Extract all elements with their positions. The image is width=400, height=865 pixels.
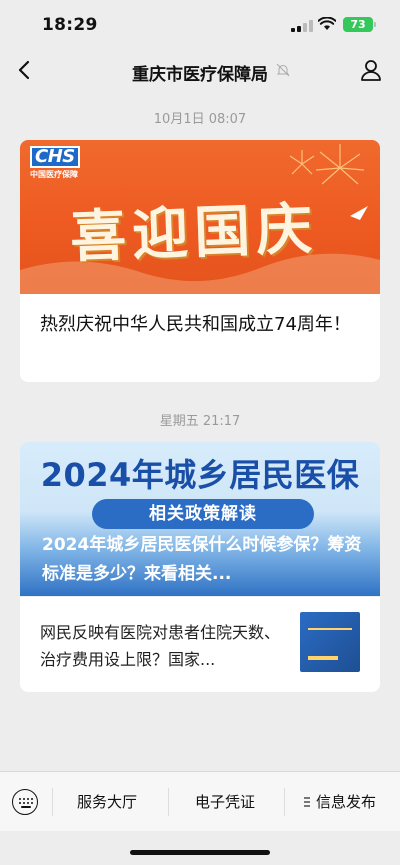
- battery-indicator: 73: [343, 17, 373, 32]
- chs-logo: CHS: [30, 146, 80, 168]
- wifi-icon: [318, 17, 336, 30]
- thumbnail-decoration: [308, 656, 338, 660]
- menu-item-service-hall[interactable]: 服务大厅: [77, 791, 137, 812]
- profile-icon[interactable]: [359, 58, 383, 82]
- status-time: 18:29: [42, 15, 98, 35]
- mute-bell-icon: [276, 63, 290, 77]
- thumbnail-decoration: [308, 628, 352, 650]
- home-indicator: [130, 850, 270, 855]
- chs-logo-subtitle: 中国医疗保障: [30, 170, 78, 179]
- banner-tag: 相关政策解读: [92, 499, 314, 529]
- page-title: 重庆市医疗保障局: [132, 65, 268, 85]
- sub-article-thumbnail[interactable]: [300, 612, 360, 672]
- article-cover-image[interactable]: 2024年城乡居民医保 相关政策解读 2024年城乡居民医保什么时候参保？筹资标…: [20, 442, 380, 596]
- menu-item-info-release[interactable]: 信息发布: [316, 791, 376, 812]
- menu-item-e-voucher[interactable]: 电子凭证: [195, 791, 255, 812]
- message-timestamp: 10月1日 08:07: [153, 112, 247, 127]
- article-title[interactable]: 2024年城乡居民医保什么时候参保？筹资标准是多少？来看相关...: [42, 531, 362, 589]
- sub-article-title[interactable]: 网民反映有医院对患者住院天数、治疗费用设上限？国家...: [40, 619, 280, 673]
- signal-icon: [291, 20, 313, 32]
- menu-divider: [284, 788, 285, 816]
- nav-bar: 重庆市医疗保障局: [0, 48, 400, 94]
- article-cover-image[interactable]: CHS 中国医疗保障 喜迎国庆: [20, 140, 380, 294]
- keyboard-icon[interactable]: [12, 789, 38, 815]
- battery-tip: [374, 22, 376, 27]
- sub-article-item[interactable]: 网民反映有医院对患者住院天数、治疗费用设上限？国家...: [20, 596, 380, 692]
- article-card[interactable]: 2024年城乡居民医保 相关政策解读 2024年城乡居民医保什么时候参保？筹资标…: [20, 442, 380, 692]
- message-timestamp: 星期五 21:17: [159, 414, 241, 429]
- banner-headline: 2024年城乡居民医保: [40, 456, 360, 494]
- article-card[interactable]: CHS 中国医疗保障 喜迎国庆 热烈庆祝中华人民共和国成立74周年！: [20, 140, 380, 382]
- submenu-list-icon: [304, 796, 312, 807]
- menu-divider: [168, 788, 169, 816]
- menu-divider: [52, 788, 53, 816]
- article-title[interactable]: 热烈庆祝中华人民共和国成立74周年！: [40, 310, 360, 340]
- banner-headline: 喜迎国庆: [69, 195, 320, 271]
- status-bar: 18:29 73: [0, 0, 400, 48]
- bottom-menu: 服务大厅 电子凭证 信息发布: [0, 771, 400, 831]
